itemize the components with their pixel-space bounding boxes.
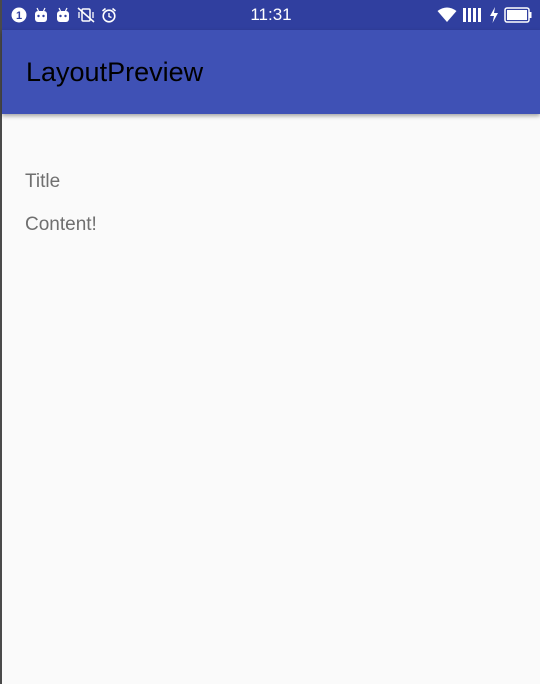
status-icons-right [437,6,532,24]
app-title: LayoutPreview [26,57,204,87]
battery-icon [504,7,532,23]
charging-icon [489,7,499,23]
screen: 1 11:31 LayoutPreview Title Content! [0,0,540,684]
status-bar: 1 11:31 [2,0,540,30]
title-text: Title [25,171,61,192]
content-area: Title Content! [25,170,97,237]
signal-icon [462,7,484,23]
content-text: Content! [25,214,97,235]
wifi-icon [437,7,457,23]
app-bar: LayoutPreview [2,30,540,114]
